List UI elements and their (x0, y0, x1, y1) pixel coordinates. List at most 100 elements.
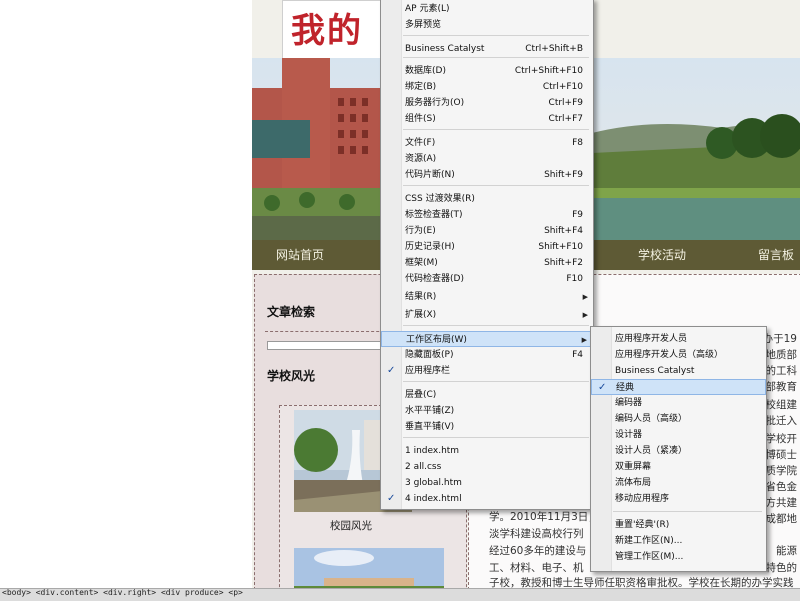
menu-item-recent-index-html[interactable]: ✓ 4 index.html (381, 491, 593, 507)
menu-item-label: 代码片断(N) (405, 170, 455, 180)
menu-item-cascade[interactable]: 层叠(C) (381, 387, 593, 403)
workspace-item-app-developer-plus[interactable]: 应用程序开发人员（高级） (591, 347, 766, 363)
submenu-arrow-icon: ▶ (582, 311, 588, 319)
menu-item-recent-global-htm[interactable]: 3 global.htm (381, 475, 593, 491)
check-icon: ✓ (598, 382, 607, 393)
article-text-fragment: 学校开 (765, 433, 798, 445)
menu-item-label: 应用程序栏 (405, 366, 451, 376)
menu-item-components[interactable]: 组件(S) Ctrl+F7 (381, 111, 593, 127)
menu-item-extensions[interactable]: 扩展(X) ▶ (381, 307, 593, 323)
menu-item-server-behaviors[interactable]: 服务器行为(O) Ctrl+F9 (381, 95, 593, 111)
menu-item-label: 代码检查器(D) (405, 274, 464, 284)
menu-item-assets[interactable]: 资源(A) (381, 151, 593, 167)
menu-item-label: 绑定(B) (405, 82, 437, 92)
menu-item-label: 2 all.css (405, 462, 442, 472)
menu-item-files[interactable]: 文件(F) F8 (381, 135, 593, 151)
menu-item-label: 服务器行为(O) (405, 98, 465, 108)
menu-item-label: 水平平铺(Z) (405, 406, 455, 416)
menu-item-shortcut: F10 (566, 274, 583, 284)
workspace-item-fluid-layout[interactable]: 流体布局 (591, 475, 766, 491)
menu-item-label: 双重屏幕 (615, 462, 652, 472)
menu-item-label: 多屏预览 (405, 20, 442, 30)
menu-item-workspace-layout[interactable]: 工作区布局(W) ▶ (381, 331, 593, 347)
menu-item-label: 编码人员（高级） (615, 414, 688, 424)
article-text-fragment: 省色金 (765, 481, 798, 493)
menu-item-label: 扩展(X) (405, 310, 437, 320)
menu-item-application-bar[interactable]: ✓ 应用程序栏 (381, 363, 593, 379)
menu-item-hide-panels[interactable]: 隐藏面板(P) F4 (381, 347, 593, 363)
menu-item-bindings[interactable]: 绑定(B) Ctrl+F10 (381, 79, 593, 95)
article-text-fragment: 成都地 (765, 513, 798, 525)
workspace-item-classic[interactable]: ✓ 经典 (591, 379, 766, 395)
article-search-heading: 文章检索 (267, 305, 316, 319)
menu-item-results[interactable]: 结果(R) ▶ (381, 289, 593, 305)
menu-item-tile-vertical[interactable]: 垂直平铺(V) (381, 419, 593, 435)
article-text-fragment: 地质部 (765, 349, 798, 361)
school-scenery-heading: 学校风光 (267, 369, 316, 383)
menu-item-tag-inspector[interactable]: 标签检查器(T) F9 (381, 207, 593, 223)
workspace-item-manage-workspaces[interactable]: 管理工作区(M)... (591, 549, 766, 565)
menu-item-label: 数据库(D) (405, 66, 446, 76)
menu-item-snippets[interactable]: 代码片断(N) Shift+F9 (381, 167, 593, 183)
article-text-fragment: 博硕士 (765, 449, 798, 461)
menu-item-frames[interactable]: 框架(M) Shift+F2 (381, 255, 593, 271)
workspace-item-mobile-applications[interactable]: 移动应用程序 (591, 491, 766, 507)
menu-item-shortcut: F4 (572, 350, 583, 360)
menu-item-label: 组件(S) (405, 114, 436, 124)
workspace-item-designer[interactable]: 设计器 (591, 427, 766, 443)
menu-item-multiscreen-preview[interactable]: 多屏预览 (381, 17, 593, 33)
menu-item-label: 工作区布局(W) (406, 335, 467, 345)
menu-item-label: 应用程序开发人员 (615, 334, 688, 344)
menu-item-databases[interactable]: 数据库(D) Ctrl+Shift+F10 (381, 63, 593, 79)
menu-separator (403, 185, 589, 186)
menu-item-label: 垂直平铺(V) (405, 422, 455, 432)
menu-item-shortcut: Ctrl+F7 (548, 114, 583, 124)
menu-item-label: 重置'经典'(R) (615, 520, 670, 530)
article-text-fragment: 质学院 (765, 465, 798, 477)
workspace-item-app-developer[interactable]: 应用程序开发人员 (591, 331, 766, 347)
menu-item-label: 标签检查器(T) (405, 210, 463, 220)
menu-item-shortcut: Ctrl+Shift+B (525, 44, 583, 54)
workspace-layout-submenu: 应用程序开发人员应用程序开发人员（高级） Business Catalyst ✓ 经典… (590, 326, 767, 572)
menu-separator (403, 129, 589, 130)
menu-separator (613, 511, 762, 512)
nav-guestbook[interactable]: 留言板 (758, 240, 794, 270)
menu-item-label: 3 global.htm (405, 478, 462, 488)
workspace-item-new-workspace[interactable]: 新建工作区(N)... (591, 533, 766, 549)
menu-item-history[interactable]: 历史记录(H) Shift+F10 (381, 239, 593, 255)
workspace-item-designer-compact[interactable]: 设计人员（紧凑） (591, 443, 766, 459)
menu-item-label: 层叠(C) (405, 390, 437, 400)
menu-item-recent-index-htm[interactable]: 1 index.htm (381, 443, 593, 459)
menu-item-ap-elements[interactable]: AP 元素(L) (381, 1, 593, 17)
menu-item-label: 经典 (616, 383, 635, 393)
workspace-item-dual-screen[interactable]: 双重屏幕 (591, 459, 766, 475)
submenu-arrow-icon: ▶ (582, 293, 588, 301)
campus-photo-2[interactable] (294, 548, 444, 588)
menu-item-label: 资源(A) (405, 154, 437, 164)
workspace-item-business-catalyst[interactable]: Business Catalyst (591, 363, 766, 379)
menu-item-business-catalyst[interactable]: Business Catalyst Ctrl+Shift+B (381, 41, 593, 57)
menu-item-shortcut: Shift+F2 (544, 258, 583, 268)
menu-item-css-transitions[interactable]: CSS 过渡效果(R) (381, 191, 593, 207)
tag-selector-bar: <body> <div.content> <div.right> <div pr… (0, 588, 800, 601)
workspace-item-coder-plus[interactable]: 编码人员（高级） (591, 411, 766, 427)
menu-item-behaviors[interactable]: 行为(E) Shift+F4 (381, 223, 593, 239)
menu-item-label: 设计器 (615, 430, 643, 440)
menu-item-label: 结果(R) (405, 292, 437, 302)
nav-home[interactable]: 网站首页 (276, 240, 324, 270)
article-text-fragment: 的工科 (765, 365, 798, 377)
workspace-item-reset-classic[interactable]: 重置'经典'(R) (591, 517, 766, 533)
article-text-fragment: 批迁入 (765, 415, 798, 427)
article-line: 淡学科建设高校行列 (489, 528, 584, 540)
menu-item-label: 历史记录(H) (405, 242, 455, 252)
nav-school-activities[interactable]: 学校活动 (638, 240, 686, 270)
menu-item-tile-horizontal[interactable]: 水平平铺(Z) (381, 403, 593, 419)
tag-path[interactable]: <body> <div.content> <div.right> <div pr… (2, 588, 243, 597)
logo-text: 我的 (291, 11, 363, 51)
menu-item-shortcut: F9 (572, 210, 583, 220)
menu-item-label: CSS 过渡效果(R) (405, 194, 475, 204)
menu-item-shortcut: Ctrl+F10 (542, 82, 583, 92)
workspace-item-coder[interactable]: 编码器 (591, 395, 766, 411)
menu-item-code-inspector[interactable]: 代码检查器(D) F10 (381, 271, 593, 287)
menu-item-recent-all-css[interactable]: 2 all.css (381, 459, 593, 475)
